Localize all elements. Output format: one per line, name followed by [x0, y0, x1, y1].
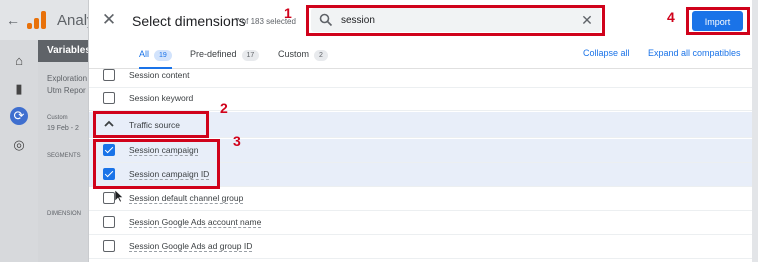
back-arrow-icon[interactable]: ←: [6, 12, 20, 28]
collapse-all-link[interactable]: Collapse all: [583, 48, 630, 58]
tab-custom-count: 2: [314, 50, 328, 61]
tab-pre-defined-label: Pre-defined: [190, 49, 237, 59]
dimensions-label: DIMENSION: [47, 211, 82, 217]
annotation-number-3: 3: [233, 133, 241, 149]
list-item-label: Session keyword: [129, 93, 194, 103]
reports-icon[interactable]: ▮: [10, 80, 28, 98]
annotation-number-4: 4: [667, 9, 675, 25]
annotation-box-traffic-source: [93, 111, 209, 138]
segments-label: SEGMENTS: [47, 153, 81, 159]
annotation-number-2: 2: [220, 100, 228, 116]
list-item[interactable]: Session Google Ads account name: [89, 211, 753, 235]
annotation-box-session-campaign: [93, 139, 220, 189]
variables-header: Variables: [38, 40, 91, 62]
list-item[interactable]: Session keyword: [89, 87, 753, 111]
checkbox[interactable]: [103, 92, 115, 104]
home-icon[interactable]: ⌂: [10, 52, 28, 70]
list-item-label: Session content: [129, 70, 190, 80]
analytics-logo-icon: [27, 11, 47, 29]
tab-all-count: 19: [154, 50, 172, 61]
list-item[interactable]: Session content: [89, 68, 753, 88]
list-item-label: Session default channel group: [129, 193, 244, 204]
exploration-label: Exploration: [47, 74, 88, 83]
explore-icon[interactable]: ⟳: [10, 107, 28, 125]
checkbox[interactable]: [103, 240, 115, 252]
filter-tabs: All 19 Pre-defined 17 Custom 2 Collapse all…: [89, 42, 753, 69]
expand-all-compatibles-link[interactable]: Expand all compatibles: [648, 48, 741, 58]
list-item[interactable]: Session Google Ads ad group ID: [89, 235, 753, 259]
annotation-box-search: [306, 5, 605, 36]
date-range[interactable]: 19 Feb - 2: [47, 125, 79, 132]
tab-all-label: All: [139, 49, 150, 59]
checkbox[interactable]: [103, 216, 115, 228]
advertising-icon[interactable]: ◎: [10, 136, 28, 154]
checkbox[interactable]: [103, 69, 115, 81]
list-item-label: Session Google Ads ad group ID: [129, 241, 253, 252]
annotation-number-1: 1: [284, 5, 292, 21]
custom-label: Custom: [47, 115, 68, 121]
checkbox[interactable]: [103, 192, 115, 204]
nav-rail: ⌂ ▮ ⟳ ◎: [0, 40, 38, 262]
exploration-name[interactable]: Utm Repor: [47, 86, 86, 95]
close-icon[interactable]: ✕: [101, 11, 117, 28]
list-item-label: Session Google Ads account name: [129, 217, 262, 228]
scrollbar[interactable]: [752, 0, 758, 262]
annotation-box-import: [686, 7, 750, 35]
dialog-title: Select dimensions: [132, 13, 246, 29]
mouse-cursor-icon: [115, 190, 124, 203]
variables-panel: Variables Exploration Utm Repor Custom 1…: [38, 40, 91, 262]
tab-pre-defined-count: 17: [241, 50, 260, 61]
tab-custom[interactable]: Custom 2: [278, 42, 328, 67]
tab-custom-label: Custom: [278, 49, 310, 59]
list-item[interactable]: Session default channel group: [89, 187, 753, 211]
tab-all[interactable]: All 19: [139, 42, 172, 69]
tab-pre-defined[interactable]: Pre-defined 17: [190, 42, 260, 67]
